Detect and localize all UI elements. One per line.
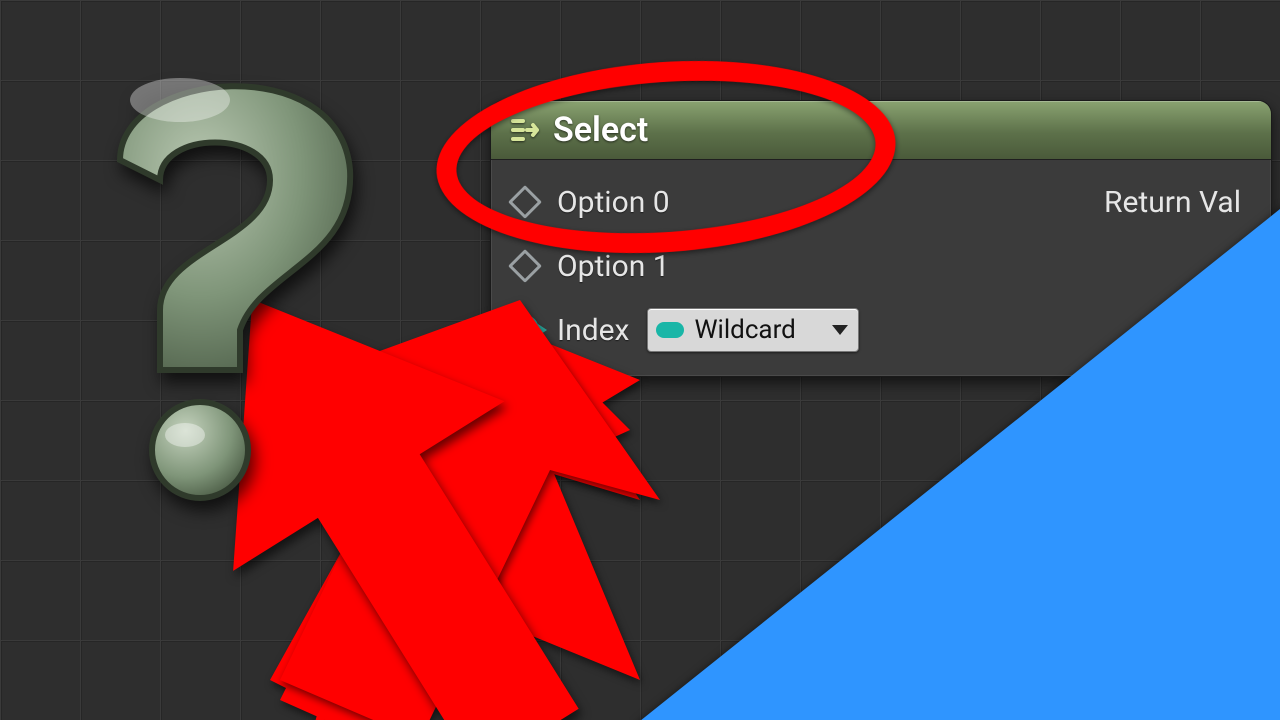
select-node-title: Select bbox=[553, 110, 648, 150]
index-pin-label: Index bbox=[557, 313, 629, 348]
select-node-icon bbox=[509, 115, 539, 145]
wildcard-pin-icon[interactable] bbox=[511, 190, 539, 214]
select-node-header[interactable]: Select bbox=[491, 101, 1271, 160]
corner-triangle-decoration bbox=[635, 205, 1280, 720]
index-pin-icon[interactable] bbox=[511, 315, 539, 345]
wildcard-pin-icon[interactable] bbox=[511, 254, 539, 278]
